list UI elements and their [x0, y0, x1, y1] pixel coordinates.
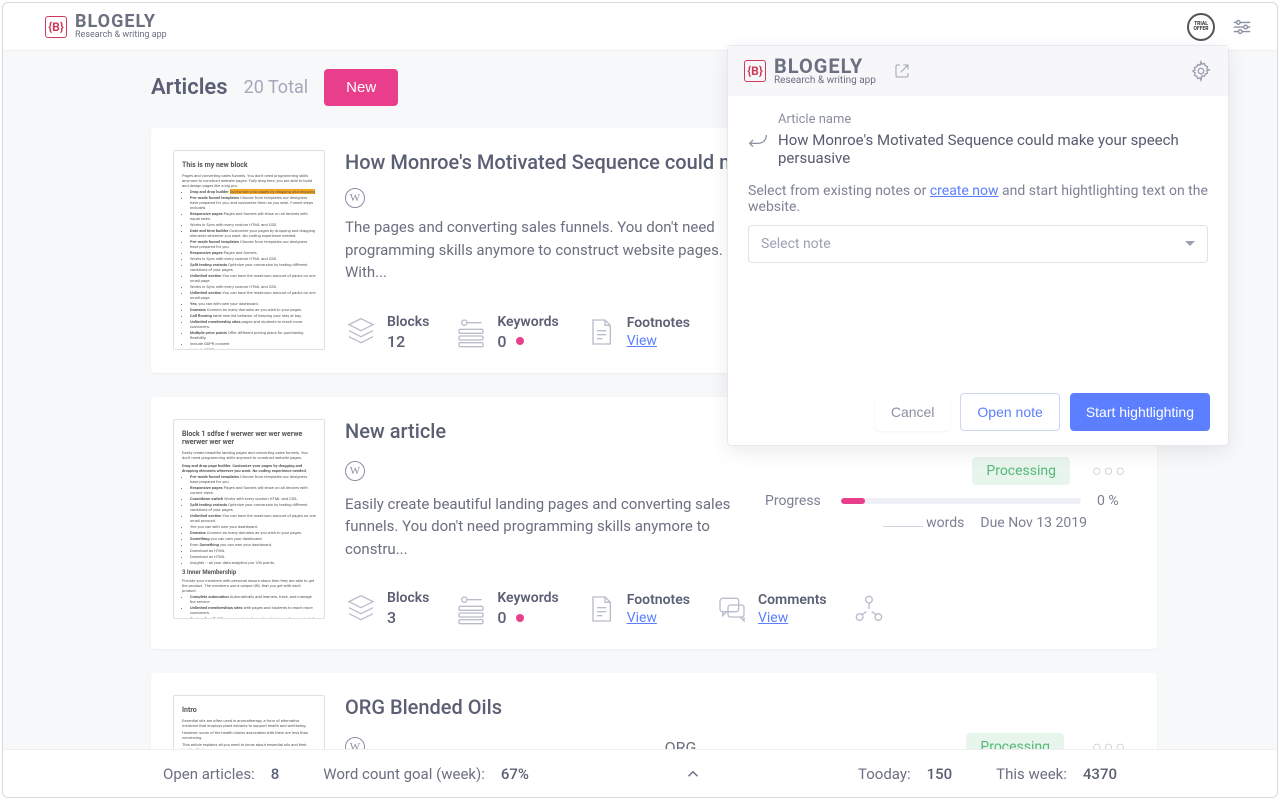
open-articles-count: 8	[271, 765, 280, 783]
progress-bar	[841, 498, 1081, 504]
progress-label: Progress	[765, 493, 825, 509]
indicator-dot-icon	[516, 337, 524, 345]
trial-badge-icon[interactable]: TRIAL OFFER	[1187, 13, 1215, 41]
article-count: 20 Total	[244, 77, 309, 98]
stat-value: 12	[387, 332, 429, 351]
stat-label: Comments	[758, 592, 827, 608]
more-options-icon[interactable]: ○○○	[1084, 461, 1135, 481]
today-value: 150	[927, 765, 953, 783]
footnotes-icon	[585, 316, 617, 348]
article-title: ORG Blended Oils	[345, 695, 1135, 719]
words-label: words	[926, 515, 964, 531]
back-arrow-icon[interactable]	[748, 132, 768, 148]
article-name-value: How Monroe's Motivated Sequence could ma…	[778, 131, 1208, 167]
create-now-link[interactable]: create now	[930, 183, 999, 199]
stat-value: 3	[387, 608, 429, 627]
word-goal-label: Word count goal (week):	[323, 765, 485, 783]
open-note-button[interactable]: Open note	[960, 393, 1059, 431]
progress-percent: 0 %	[1097, 493, 1127, 509]
view-footnotes-link[interactable]: View	[627, 610, 690, 626]
app-header: B BLOGELY Research & writing app TRIAL O…	[3, 3, 1277, 51]
keywords-icon	[455, 593, 487, 625]
brand-tagline: Research & writing app	[75, 31, 167, 40]
keywords-icon	[455, 316, 487, 348]
status-bar: Open articles: 8 Word count goal (week):…	[3, 749, 1277, 797]
brand-logo[interactable]: B BLOGELY Research & writing app	[45, 13, 167, 40]
footnotes-icon	[585, 593, 617, 625]
article-status: Processing	[972, 457, 1070, 485]
view-footnotes-link[interactable]: View	[627, 333, 690, 349]
open-articles-label: Open articles:	[163, 765, 255, 783]
open-external-icon[interactable]	[894, 63, 910, 79]
cancel-button[interactable]: Cancel	[875, 393, 951, 431]
comments-icon	[716, 593, 748, 625]
start-highlighting-button[interactable]: Start hightlighting	[1070, 393, 1210, 431]
article-thumbnail: This is my new block Pages and convertin…	[173, 150, 325, 350]
stat-label: Keywords	[497, 314, 558, 330]
blocks-icon	[345, 316, 377, 348]
today-label: Tooday:	[858, 765, 911, 783]
article-thumbnail: Intro Essential oils are often used in a…	[173, 695, 325, 751]
stat-label: Footnotes	[627, 592, 690, 608]
view-comments-link[interactable]: View	[758, 610, 827, 626]
page-title: Articles	[151, 75, 228, 100]
stat-label: Blocks	[387, 314, 429, 330]
due-date: Due Nov 13 2019	[980, 515, 1087, 531]
settings-sliders-icon[interactable]	[1231, 16, 1253, 38]
stat-label: Footnotes	[627, 315, 690, 331]
indicator-dot-icon	[516, 614, 524, 622]
brand-mark: B	[744, 60, 766, 82]
stat-label: Blocks	[387, 590, 429, 606]
field-label: Article name	[778, 112, 1208, 127]
article-snippet: Easily create beautiful landing pages an…	[345, 493, 735, 561]
note-popup: B BLOGELY Research & writing app Article…	[727, 45, 1229, 446]
word-goal-value: 67%	[501, 765, 529, 783]
chevron-up-icon[interactable]	[684, 765, 702, 783]
popup-brand: B BLOGELY Research & writing app	[744, 56, 910, 86]
stat-value: 0	[497, 608, 506, 627]
wordpress-icon: W	[345, 461, 365, 481]
chevron-down-icon	[1185, 241, 1195, 247]
wordpress-icon: W	[345, 188, 365, 208]
select-note-dropdown[interactable]: Select note	[748, 225, 1208, 263]
brand-mark: B	[45, 16, 67, 38]
stat-label: Keywords	[497, 590, 558, 606]
article-card[interactable]: Intro Essential oils are often used in a…	[151, 673, 1157, 751]
collaborators-icon	[853, 593, 885, 625]
article-snippet: The pages and converting sales funnels. …	[345, 216, 735, 284]
blocks-icon	[345, 593, 377, 625]
article-thumbnail: Block 1 sdfse f werwer wer wer werwe rwe…	[173, 419, 325, 619]
new-article-button[interactable]: New	[324, 69, 398, 106]
week-label: This week:	[996, 765, 1067, 783]
brand-name: BLOGELY	[75, 13, 167, 31]
gear-icon[interactable]	[1190, 60, 1212, 82]
stat-value: 0	[497, 332, 506, 351]
week-value: 4370	[1083, 765, 1117, 783]
instruction-text: Select from existing notes or create now…	[748, 183, 1208, 215]
